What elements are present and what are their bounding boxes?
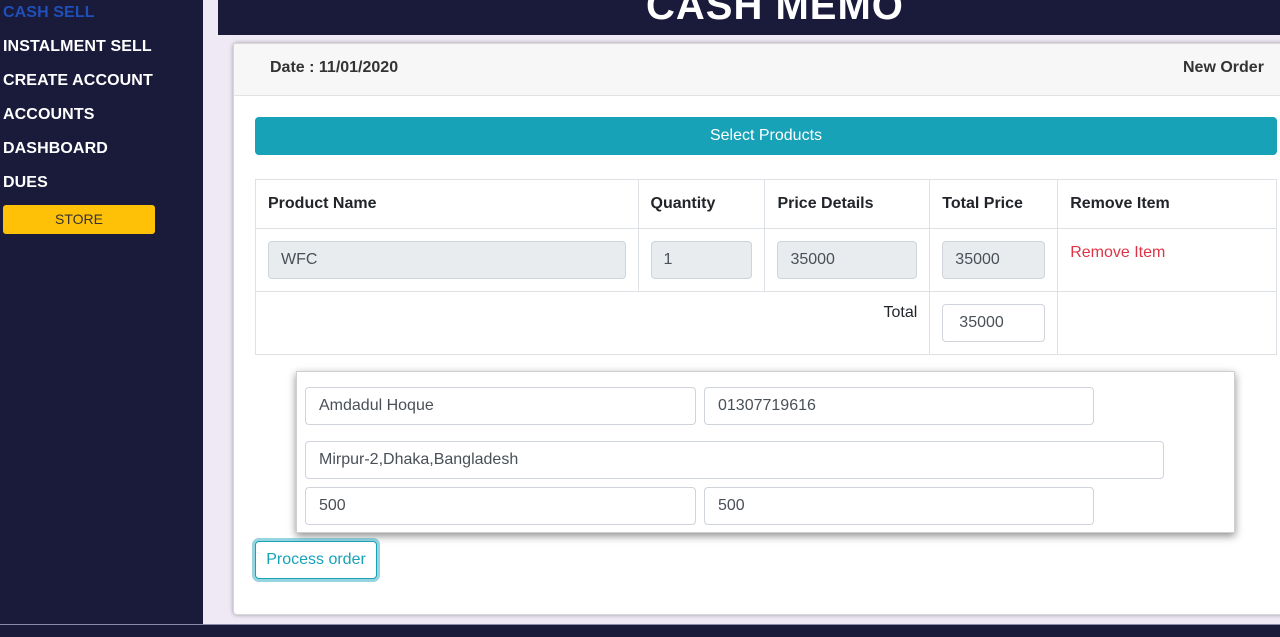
table-row: Remove Item	[255, 228, 1277, 292]
customer-address-input[interactable]	[305, 441, 1164, 479]
sidebar-item-dues[interactable]: DUES	[3, 174, 48, 192]
sidebar: CASH SELL INSTALMENT SELL CREATE ACCOUNT…	[0, 0, 203, 637]
page-header: CASH MEMO	[218, 0, 1280, 35]
column-header-price-details: Price Details	[764, 179, 931, 229]
customer-details-panel	[296, 371, 1235, 533]
column-header-quantity: Quantity	[637, 179, 766, 229]
page-title: CASH MEMO	[646, 0, 904, 28]
process-order-button[interactable]: Process order	[255, 541, 377, 579]
sidebar-item-create-account[interactable]: CREATE ACCOUNT	[3, 72, 153, 90]
remove-cell: Remove Item	[1057, 228, 1277, 292]
payment-field-a[interactable]	[305, 487, 696, 525]
order-date: Date : 11/01/2020	[270, 59, 399, 76]
sidebar-item-accounts[interactable]: ACCOUNTS	[3, 106, 94, 124]
order-items-table: Product Name Quantity Price Details Tota…	[254, 179, 1277, 355]
table-header-row: Product Name Quantity Price Details Tota…	[255, 179, 1277, 229]
bottom-bar	[0, 624, 1280, 637]
sidebar-item-instalment-sell[interactable]: INSTALMENT SELL	[3, 38, 152, 56]
remove-item-link[interactable]: Remove Item	[1070, 244, 1165, 262]
customer-name-input[interactable]	[305, 387, 696, 425]
quantity-field[interactable]	[650, 241, 753, 279]
payment-field-b[interactable]	[704, 487, 1094, 525]
product-name-cell	[255, 228, 639, 292]
column-header-product-name: Product Name	[255, 179, 639, 229]
total-price-cell	[929, 228, 1059, 292]
sidebar-item-dashboard[interactable]: DASHBOARD	[3, 140, 108, 158]
column-header-remove-item: Remove Item	[1057, 179, 1277, 229]
price-field[interactable]	[777, 241, 918, 279]
sidebar-item-cash-sell[interactable]: CASH SELL	[3, 4, 95, 22]
store-button[interactable]: STORE	[3, 205, 155, 234]
total-row: Total	[254, 291, 1277, 355]
select-products-button[interactable]: Select Products	[255, 117, 1277, 155]
total-price-field[interactable]	[942, 241, 1046, 279]
customer-phone-input[interactable]	[704, 387, 1094, 425]
new-order-link[interactable]: New Order	[1183, 59, 1264, 77]
cash-memo-card: Date : 11/01/2020 New Order Select Produ…	[233, 43, 1280, 615]
grand-total-field[interactable]	[942, 304, 1046, 342]
column-header-total-price: Total Price	[929, 179, 1059, 229]
empty-cell	[1057, 291, 1277, 355]
quantity-cell	[637, 228, 766, 292]
product-name-field[interactable]	[268, 241, 626, 279]
total-value-cell	[929, 291, 1059, 355]
card-header: Date : 11/01/2020 New Order	[234, 44, 1280, 96]
price-cell	[764, 228, 931, 292]
total-label: Total	[254, 291, 931, 355]
